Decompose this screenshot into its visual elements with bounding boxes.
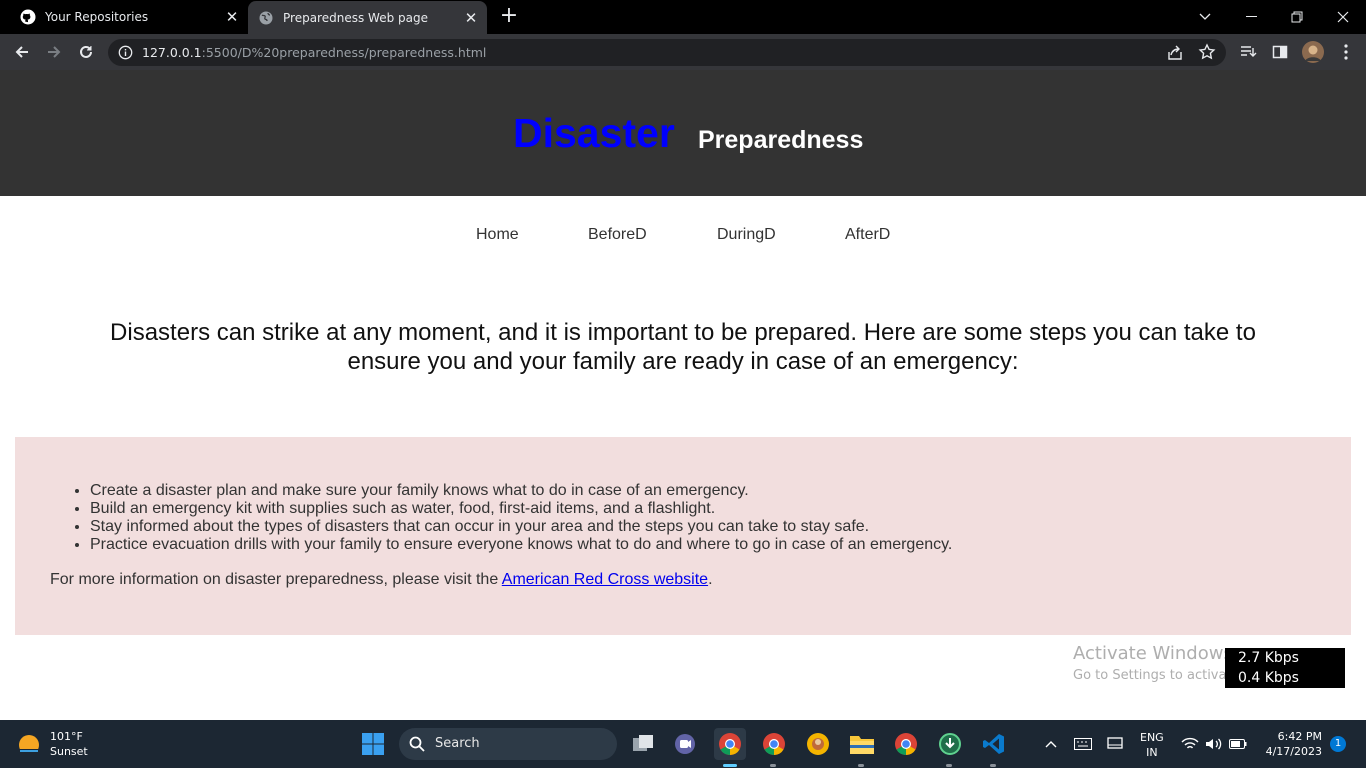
back-button[interactable]: [8, 38, 36, 66]
task-view-icon[interactable]: [627, 728, 659, 760]
weather-desc: Sunset: [50, 745, 88, 758]
chrome-icon: [763, 733, 785, 755]
search-label: Search: [435, 736, 480, 751]
info-icon[interactable]: [118, 45, 133, 60]
sunset-icon: [16, 735, 42, 757]
taskbar: 101°F Sunset Search ENG IN 6:42 PM 4/17/…: [0, 720, 1366, 768]
restore-button[interactable]: [1274, 0, 1320, 34]
notification-badge[interactable]: 1: [1330, 736, 1346, 752]
chrome-app-2[interactable]: [758, 728, 790, 760]
nav-link-home[interactable]: Home: [476, 226, 519, 244]
side-panel-icon[interactable]: [1270, 42, 1290, 62]
upload-speed: 2.7 Kbps: [1238, 650, 1299, 666]
steps-list: Create a disaster plan and make sure you…: [90, 482, 952, 554]
wifi-icon[interactable]: [1180, 734, 1200, 754]
tab-title: Preparedness Web page: [283, 10, 428, 25]
start-button[interactable]: [357, 728, 389, 760]
taskbar-search[interactable]: Search: [399, 728, 617, 760]
steps-panel: Create a disaster plan and make sure you…: [15, 437, 1351, 635]
running-indicator: [946, 764, 952, 767]
clock-date: 4/17/2023: [1265, 745, 1322, 758]
vscode-icon[interactable]: [978, 728, 1010, 760]
active-app-indicator: [723, 764, 737, 767]
tab-title: Your Repositories: [45, 10, 149, 24]
list-item: Practice evacuation drills with your fam…: [90, 536, 952, 554]
brand-title-primary: Disaster: [513, 110, 675, 156]
close-icon: [1337, 11, 1349, 23]
chrome-profile-icon: [807, 733, 829, 755]
chevron-up-icon[interactable]: [1041, 734, 1061, 754]
site-header: Disaster Preparedness: [0, 70, 1366, 196]
volume-icon[interactable]: [1204, 734, 1224, 754]
restore-icon: [1291, 11, 1303, 23]
tab-your-repositories[interactable]: Your Repositories ✕: [10, 0, 248, 34]
url-text[interactable]: 127.0.0.1:5500/D%20preparedness/prepared…: [142, 45, 486, 60]
close-window-button[interactable]: [1320, 0, 1366, 34]
file-explorer-icon[interactable]: [846, 728, 878, 760]
close-tab-icon[interactable]: ✕: [463, 9, 479, 27]
browser-toolbar: 127.0.0.1:5500/D%20preparedness/prepared…: [0, 34, 1366, 70]
new-tab-button[interactable]: +: [498, 5, 520, 28]
address-bar[interactable]: 127.0.0.1:5500/D%20preparedness/prepared…: [108, 39, 1226, 66]
running-indicator: [770, 764, 776, 767]
github-icon: [20, 9, 36, 25]
display-icon[interactable]: [1105, 734, 1125, 754]
nav-link-afterd[interactable]: AfterD: [845, 226, 890, 244]
reload-button[interactable]: [72, 38, 100, 66]
chrome-app-3[interactable]: [890, 728, 922, 760]
tab-search-button[interactable]: [1182, 0, 1228, 34]
chrome-icon: [719, 733, 741, 755]
reload-icon: [80, 45, 92, 58]
windows-icon: [362, 733, 384, 755]
chevron-down-icon: [1199, 13, 1211, 20]
search-icon: [409, 736, 425, 752]
keyboard-icon[interactable]: [1073, 734, 1093, 754]
forward-button[interactable]: [40, 38, 68, 66]
minimize-button[interactable]: [1228, 0, 1274, 34]
reading-list-icon[interactable]: [1238, 42, 1258, 62]
red-cross-link[interactable]: American Red Cross website: [502, 571, 708, 588]
running-indicator: [858, 764, 864, 767]
page-viewport: Disaster Preparedness Home BeforeD Durin…: [0, 70, 1366, 720]
download-speed: 0.4 Kbps: [1238, 670, 1299, 686]
teams-chat-icon[interactable]: [669, 728, 701, 760]
profile-avatar[interactable]: [1302, 41, 1324, 63]
list-item: Build an emergency kit with supplies suc…: [90, 500, 952, 518]
close-tab-icon[interactable]: ✕: [224, 8, 240, 26]
battery-icon[interactable]: [1228, 734, 1248, 754]
nav-link-befored[interactable]: BeforeD: [588, 226, 647, 244]
more-info-text: For more information on disaster prepare…: [50, 571, 713, 588]
nav-link-duringd[interactable]: DuringD: [717, 226, 776, 244]
network-speed-meter: 2.7 Kbps 0.4 Kbps: [1225, 648, 1345, 688]
minimize-icon: [1245, 16, 1257, 17]
tab-preparedness-web-page[interactable]: Preparedness Web page ✕: [248, 1, 487, 34]
running-indicator: [990, 764, 996, 767]
weather-temp: 101°F: [50, 730, 83, 743]
system-clock[interactable]: 6:42 PM 4/17/2023: [1262, 729, 1322, 759]
list-item: Create a disaster plan and make sure you…: [90, 482, 952, 500]
chrome-app-active[interactable]: [714, 728, 746, 760]
input-language[interactable]: ENG IN: [1140, 730, 1164, 760]
arrow-left-icon: [15, 46, 28, 58]
arrow-right-icon: [48, 46, 61, 58]
share-icon[interactable]: [1166, 44, 1184, 62]
more-menu-icon[interactable]: [1336, 42, 1356, 62]
chrome-profile-app[interactable]: [802, 728, 834, 760]
list-item: Stay informed about the types of disaste…: [90, 518, 952, 536]
brand-title-secondary: Preparedness: [698, 126, 864, 154]
weather-widget[interactable]: 101°F Sunset: [16, 729, 88, 759]
intro-paragraph: Disasters can strike at any moment, and …: [110, 319, 1256, 375]
tab-strip: Your Repositories ✕ Preparedness Web pag…: [0, 0, 1366, 34]
chrome-icon: [895, 733, 917, 755]
download-manager-icon[interactable]: [934, 728, 966, 760]
star-icon[interactable]: [1198, 43, 1216, 61]
clock-time: 6:42 PM: [1277, 730, 1322, 743]
globe-icon: [258, 10, 274, 26]
